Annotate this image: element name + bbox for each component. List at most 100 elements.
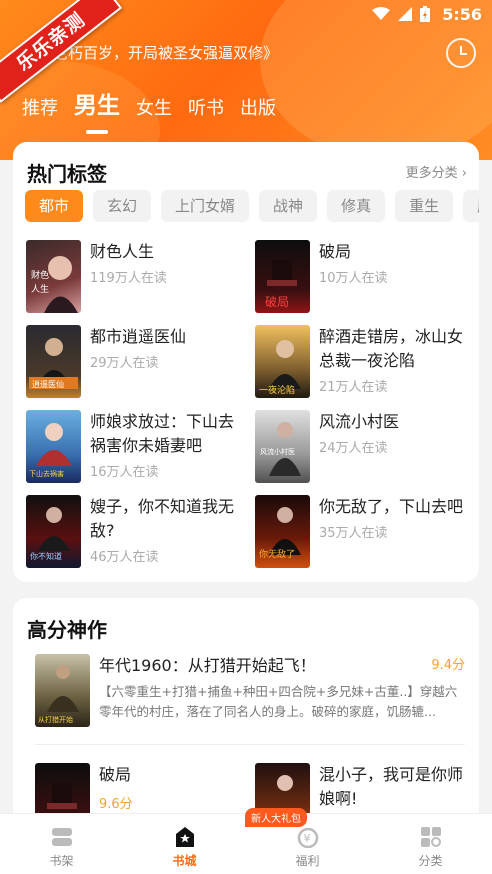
book-cover: 你无敌了	[255, 495, 310, 568]
new-user-gift-badge: 新人大礼包	[245, 808, 307, 827]
book-cover: 从打猎开始	[35, 654, 90, 727]
cover-art: 从打猎开始	[38, 665, 79, 724]
nav-category[interactable]: 分类	[369, 814, 492, 874]
book-item[interactable]: 你无敌了 你无敌了，下山去吧 35万人在读	[255, 495, 465, 571]
chip-cultivation[interactable]: 修真	[327, 190, 386, 222]
hot-tags-card: 热门标签 更多分类 › 都市 玄幻 上门女婿 战神 修真 重生 历 财色人生 财…	[13, 142, 479, 582]
high-score-title: 高分神作	[27, 618, 107, 642]
book-item[interactable]: 你不知道 嫂子，你不知道我无敌? 46万人在读	[26, 495, 236, 571]
chip-war-god[interactable]: 战神	[259, 190, 318, 222]
svg-text:¥: ¥	[303, 832, 310, 845]
book-score: 9.4分	[431, 658, 465, 673]
cover-art: 逍遥医仙	[29, 338, 78, 389]
book-title: 财色人生	[90, 242, 155, 261]
book-title: 混小子，我可是你师娘啊!	[319, 765, 464, 808]
tab-publish[interactable]: 出版	[240, 94, 276, 126]
book-item[interactable]: 一夜沦陷 醉酒走错房，冰山女总裁一夜沦陷 21万人在读	[255, 325, 465, 401]
book-score: 9.6分	[99, 797, 133, 812]
divider	[35, 744, 465, 745]
cover-art: 破局	[265, 260, 297, 309]
tab-female[interactable]: 女生	[136, 94, 172, 126]
chip-rebirth[interactable]: 重生	[395, 190, 454, 222]
hot-tags-title: 热门标签	[27, 162, 107, 186]
svg-text:你无敌了: 你无敌了	[259, 548, 295, 560]
book-description: 【六零重生+打猎+捕鱼+种田+四合院+多兄妹+古董..】穿越六零年代的村庄，落在…	[99, 684, 458, 719]
book-cover: 风流小村医	[255, 410, 310, 483]
nav-label: 书架	[49, 854, 74, 868]
nav-label: 书城	[172, 854, 197, 868]
book-item[interactable]: 逍遥医仙 都市逍遥医仙 29万人在读	[26, 325, 236, 401]
svg-text:从打猎开始: 从打猎开始	[38, 715, 73, 724]
bookshelf-icon	[51, 828, 72, 846]
cover-art: 一夜沦陷	[259, 340, 301, 396]
svg-text:破局: 破局	[265, 294, 289, 309]
book-readers: 29万人在读	[90, 356, 159, 371]
high-score-card: 高分神作 从打猎开始 年代1960：从打猎开始起飞！ 9.4分 【六零重生+打猎…	[13, 598, 479, 828]
bottom-nav: 书架 书城 ¥ 福利 分类 新人大礼包	[0, 808, 492, 874]
book-title: 风流小村医	[319, 412, 400, 431]
category-tabs: 推荐 男生 女生 听书 出版	[22, 86, 292, 134]
nav-bookshelf[interactable]: 书架	[0, 814, 123, 874]
chip-history[interactable]: 历	[463, 190, 479, 222]
svg-text:人生: 人生	[31, 283, 49, 295]
cover-art: 风流小村医	[260, 422, 301, 476]
book-title: 破局	[99, 765, 132, 784]
featured-book[interactable]: 从打猎开始 年代1960：从打猎开始起飞！ 9.4分 【六零重生+打猎+捕鱼+种…	[35, 654, 465, 729]
tag-chips: 都市 玄幻 上门女婿 战神 修真 重生 历	[25, 190, 479, 222]
tab-audiobook[interactable]: 听书	[188, 94, 224, 126]
history-clock-icon[interactable]	[446, 38, 476, 68]
book-readers: 10万人在读	[319, 271, 388, 286]
chip-son-in-law[interactable]: 上门女婿	[161, 190, 250, 222]
book-cover: 逍遥医仙	[26, 325, 81, 398]
svg-text:一夜沦陷: 一夜沦陷	[259, 384, 295, 396]
book-item[interactable]: 风流小村医 风流小村医 24万人在读	[255, 410, 465, 486]
cover-art: 你无敌了	[259, 507, 301, 560]
more-categories-link[interactable]: 更多分类 ›	[406, 162, 467, 181]
book-title: 年代1960：从打猎开始起飞！	[99, 656, 316, 675]
book-readers: 35万人在读	[319, 526, 388, 541]
status-icons	[372, 6, 430, 22]
svg-text:逍遥医仙: 逍遥医仙	[32, 379, 64, 389]
svg-text:财色: 财色	[31, 269, 49, 281]
wifi-icon	[372, 7, 390, 20]
book-readers: 24万人在读	[319, 441, 388, 456]
tab-male[interactable]: 男生	[74, 86, 120, 134]
book-item[interactable]: 财色 人生 财色人生 119万人在读	[26, 240, 236, 316]
cover-art: 财色人生	[31, 256, 78, 313]
book-cover: 你不知道	[26, 495, 81, 568]
cover-art: 你不知道	[30, 507, 70, 561]
battery-icon	[420, 6, 430, 22]
nav-bookstore[interactable]: 书城	[123, 814, 246, 874]
book-title: 师娘求放过：下山去祸害你未婚妻吧	[90, 412, 235, 455]
book-title: 都市逍遥医仙	[90, 327, 187, 346]
svg-text:风流小村医: 风流小村医	[260, 447, 295, 456]
book-readers: 119万人在读	[90, 271, 167, 286]
book-readers: 21万人在读	[319, 380, 388, 395]
book-cover: 一夜沦陷	[255, 325, 310, 398]
book-readers: 16万人在读	[90, 465, 159, 480]
book-title: 醉酒走错房，冰山女总裁一夜沦陷	[319, 327, 464, 370]
nav-label: 福利	[295, 854, 320, 868]
search-bar[interactable]: 《老朽百岁，开局被圣女强逼双修》	[38, 40, 438, 66]
chip-fantasy[interactable]: 玄幻	[93, 190, 152, 222]
chip-urban[interactable]: 都市	[25, 190, 84, 222]
signal-icon	[398, 7, 412, 21]
book-title: 你无敌了，下山去吧	[319, 497, 464, 516]
book-title: 破局	[319, 242, 352, 261]
book-cover: 破局	[255, 240, 310, 313]
svg-text:下山去祸害: 下山去祸害	[29, 469, 64, 478]
status-time: 5:56	[442, 5, 482, 24]
book-cover: 财色 人生	[26, 240, 81, 313]
book-item[interactable]: 下山去祸害 师娘求放过：下山去祸害你未婚妻吧 16万人在读	[26, 410, 236, 486]
book-item[interactable]: 破局 破局 10万人在读	[255, 240, 465, 316]
bookstore-icon	[175, 827, 194, 847]
welfare-icon: ¥	[297, 827, 318, 848]
book-title: 嫂子，你不知道我无敌?	[90, 497, 235, 540]
book-cover: 下山去祸害	[26, 410, 81, 483]
book-readers: 46万人在读	[90, 550, 159, 565]
tab-recommend[interactable]: 推荐	[22, 94, 58, 126]
cover-art: 下山去祸害	[29, 423, 72, 478]
nav-label: 分类	[418, 854, 443, 868]
category-icon	[420, 827, 441, 847]
svg-text:你不知道: 你不知道	[30, 551, 62, 561]
